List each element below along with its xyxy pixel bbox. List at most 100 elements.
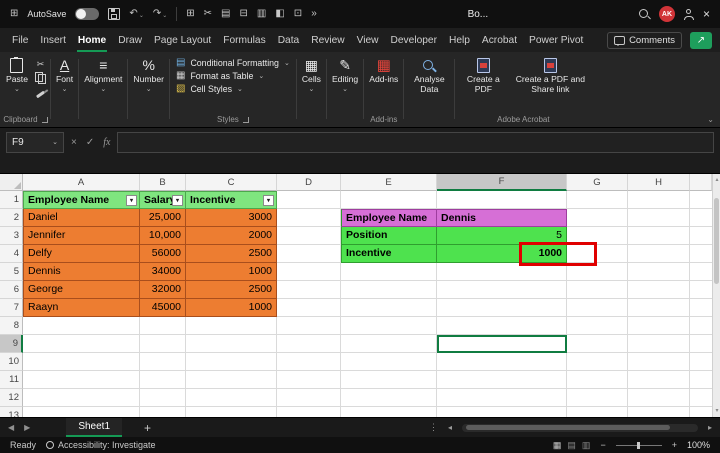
alignment-button[interactable]: ≡ Alignment ⌄	[80, 54, 126, 96]
cell-c4[interactable]: 2500	[186, 245, 277, 263]
cells-button[interactable]: ▦ Cells ⌄	[298, 54, 325, 96]
sheet-nav-left-icon[interactable]: ◀	[8, 423, 14, 432]
column-header-a[interactable]: A	[23, 174, 140, 191]
normal-view-icon[interactable]: ▦	[553, 440, 562, 451]
row-header-2[interactable]: 2	[0, 209, 23, 227]
column-header-h[interactable]: H	[628, 174, 690, 191]
row-header-1[interactable]: 1	[0, 191, 23, 209]
conditional-formatting-button[interactable]: ▤ Conditional Formatting ⌄	[176, 58, 290, 68]
insert-function-icon[interactable]: fx	[103, 137, 110, 148]
row-header-10[interactable]: 10	[0, 353, 23, 371]
cell-c3[interactable]: 2000	[186, 227, 277, 245]
column-header-b[interactable]: B	[140, 174, 186, 191]
format-painter-icon[interactable]	[36, 89, 45, 99]
formula-input[interactable]	[117, 132, 714, 153]
vertical-scrollbar[interactable]: ▴ ▾	[712, 174, 720, 417]
column-header-e[interactable]: E	[341, 174, 437, 191]
tab-home[interactable]: Home	[72, 28, 112, 52]
active-cell-selection[interactable]	[437, 335, 567, 353]
row-header-11[interactable]: 11	[0, 371, 23, 389]
qat-dot-square-icon[interactable]: ⊡	[294, 9, 302, 19]
analyse-data-button[interactable]: Analyse Data	[405, 54, 453, 98]
cell-b1[interactable]: Salary▾	[140, 191, 186, 209]
horizontal-scrollbar-thumb[interactable]	[466, 425, 670, 430]
filter-dropdown-icon[interactable]: ▾	[172, 195, 183, 206]
font-button[interactable]: A Font ⌄	[52, 54, 77, 96]
qat-grid-icon[interactable]: ⊞	[186, 9, 194, 19]
tab-draw[interactable]: Draw	[112, 28, 148, 52]
cell-c6[interactable]: 2500	[186, 281, 277, 299]
hscroll-left-icon[interactable]: ◂	[448, 423, 452, 432]
tab-splitter-icon[interactable]: ⋮	[429, 422, 438, 433]
autosave-toggle[interactable]	[75, 8, 99, 20]
avatar[interactable]: AK	[659, 6, 675, 22]
tab-formulas[interactable]: Formulas	[217, 28, 271, 52]
cell-b6[interactable]: 32000	[140, 281, 186, 299]
cell-c5[interactable]: 1000	[186, 263, 277, 281]
cell-b4[interactable]: 56000	[140, 245, 186, 263]
cell-a2[interactable]: Daniel	[23, 209, 140, 227]
cell-b7[interactable]: 45000	[140, 299, 186, 317]
row-header-12[interactable]: 12	[0, 389, 23, 407]
undo-button[interactable]: ↶⌄	[129, 9, 143, 19]
cell-e4[interactable]: Incentive	[341, 245, 437, 263]
tab-help[interactable]: Help	[443, 28, 476, 52]
sheet-tab-sheet1[interactable]: Sheet1	[66, 418, 122, 437]
editing-button[interactable]: ✎ Editing ⌄	[328, 54, 362, 96]
page-break-view-icon[interactable]: ▥	[582, 440, 591, 451]
scroll-up-icon[interactable]: ▴	[713, 176, 720, 184]
row-header-5[interactable]: 5	[0, 263, 23, 281]
cut-icon[interactable]: ✂	[37, 59, 45, 69]
qat-half-square-icon[interactable]: ◧	[275, 9, 284, 19]
tab-file[interactable]: File	[6, 28, 34, 52]
share-button[interactable]: ↗	[690, 32, 712, 49]
cell-a4[interactable]: Delfy	[23, 245, 140, 263]
cell-b2[interactable]: 25,000	[140, 209, 186, 227]
column-header-g[interactable]: G	[567, 174, 628, 191]
worksheet-grid[interactable]: A B C D E F G H 1 2 3 4 5 6 7 8 9 10 11 …	[0, 174, 712, 417]
cell-a6[interactable]: George	[23, 281, 140, 299]
select-all-button[interactable]	[0, 174, 23, 191]
cell-e2[interactable]: Employee Name	[341, 209, 437, 227]
qat-cut-icon[interactable]: ✂	[204, 9, 212, 19]
collapse-ribbon-icon[interactable]: ⌄	[707, 115, 714, 124]
qat-rows-icon[interactable]: ▤	[221, 9, 230, 19]
dialog-launcher-icon[interactable]	[243, 117, 249, 123]
vertical-scrollbar-thumb[interactable]	[714, 198, 719, 284]
copy-icon[interactable]	[35, 74, 46, 84]
cell-c7[interactable]: 1000	[186, 299, 277, 317]
cell-a3[interactable]: Jennifer	[23, 227, 140, 245]
redo-button[interactable]: ↷⌄	[153, 9, 167, 19]
zoom-in-button[interactable]: +	[672, 440, 677, 450]
save-icon[interactable]	[108, 8, 120, 20]
column-header-d[interactable]: D	[277, 174, 341, 191]
qat-overflow-icon[interactable]: »	[311, 9, 317, 19]
cell-a1[interactable]: Employee Name▾	[23, 191, 140, 209]
cell-c2[interactable]: 3000	[186, 209, 277, 227]
page-layout-view-icon[interactable]: ▤	[567, 440, 576, 451]
tab-data[interactable]: Data	[272, 28, 306, 52]
row-header-3[interactable]: 3	[0, 227, 23, 245]
cell-e3[interactable]: Position	[341, 227, 437, 245]
row-header-7[interactable]: 7	[0, 299, 23, 317]
hscroll-right-icon[interactable]: ▸	[708, 423, 712, 432]
format-as-table-button[interactable]: ▦ Format as Table ⌄	[176, 71, 290, 81]
accessibility-button[interactable]: Accessibility: Investigate	[46, 440, 156, 450]
addins-button[interactable]: ▦ Add-ins	[365, 54, 402, 88]
cell-b3[interactable]: 10,000	[140, 227, 186, 245]
dialog-launcher-icon[interactable]	[42, 117, 48, 123]
paste-button[interactable]: Paste ⌄	[2, 54, 32, 96]
horizontal-scrollbar[interactable]	[462, 424, 698, 432]
cancel-icon[interactable]: ×	[71, 137, 77, 148]
zoom-level[interactable]: 100%	[687, 440, 710, 450]
create-pdf-share-button[interactable]: Create a PDF and Share link	[510, 54, 590, 98]
row-header-4[interactable]: 4	[0, 245, 23, 263]
tab-page-layout[interactable]: Page Layout	[148, 28, 217, 52]
tab-power-pivot[interactable]: Power Pivot	[523, 28, 589, 52]
cell-a7[interactable]: Raayn	[23, 299, 140, 317]
tab-insert[interactable]: Insert	[34, 28, 71, 52]
cell-f2[interactable]: Dennis	[437, 209, 567, 227]
column-header-c[interactable]: C	[186, 174, 277, 191]
number-button[interactable]: % Number ⌄	[129, 54, 168, 96]
sheet-nav-right-icon[interactable]: ▶	[24, 423, 30, 432]
